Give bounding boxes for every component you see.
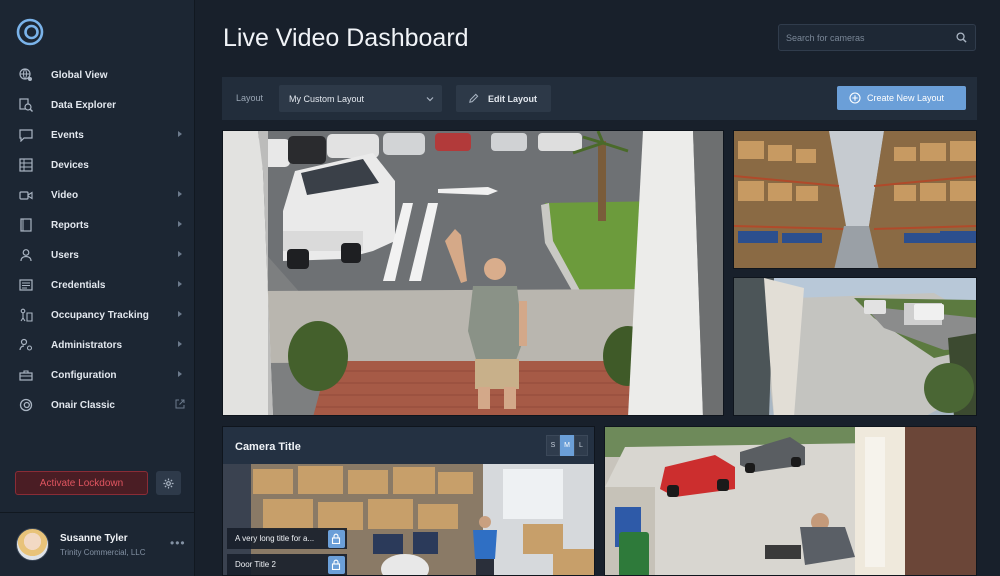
toolbox-icon [18,367,34,383]
sidebar-item-label: Global View [51,69,108,81]
more-options-icon[interactable]: ••• [170,536,186,550]
chevron-right-icon [178,311,182,317]
chevron-right-icon [178,341,182,347]
camera-video-frame [605,427,976,575]
sidebar: Global View Data Explorer Events Devices… [0,0,195,576]
avatar[interactable] [16,528,49,561]
create-new-layout-button[interactable]: Create New Layout [837,86,966,110]
chevron-right-icon [178,191,182,197]
sidebar-divider [0,512,195,513]
list-icon [18,157,34,173]
layout-select-value: My Custom Layout [289,94,365,104]
create-new-layout-label: Create New Layout [867,93,945,103]
pencil-icon [469,93,479,103]
door-title: A very long title for a... [235,534,315,543]
sidebar-item-label: Users [51,249,79,261]
data-search-icon [18,97,34,113]
id-card-icon [18,277,34,293]
camera-title: Camera Title [235,441,301,453]
sidebar-item-devices[interactable]: Devices [0,150,195,180]
sidebar-item-global-view[interactable]: Global View [0,60,195,90]
chat-icon [18,127,34,143]
sidebar-item-reports[interactable]: Reports [0,210,195,240]
settings-button[interactable] [156,471,181,495]
sidebar-item-label: Configuration [51,369,117,381]
layout-label: Layout [236,93,264,103]
chevron-right-icon [178,281,182,287]
user-icon [18,247,34,263]
occupancy-icon [18,307,34,323]
tile-size-selector: S M L [546,435,588,456]
sidebar-item-label: Data Explorer [51,99,117,111]
chevron-right-icon [178,221,182,227]
sidebar-item-label: Credentials [51,279,106,291]
search-input[interactable] [779,25,949,50]
sidebar-item-label: Occupancy Tracking [51,309,149,321]
edit-layout-label: Edit Layout [488,94,537,104]
door-title: Door Title 2 [235,560,276,569]
camera-feed-back-lot[interactable] [604,426,977,576]
sidebar-item-label: Events [51,129,84,141]
sidebar-item-occupancy-tracking[interactable]: Occupancy Tracking [0,300,195,330]
size-option-l[interactable]: L [574,435,588,456]
admin-icon [18,337,34,353]
camera-search [778,24,976,51]
layout-select[interactable]: My Custom Layout [279,85,442,112]
sidebar-item-onair-classic[interactable]: Onair Classic [0,390,195,420]
gear-icon [163,477,174,489]
camera-header: Camera Title S M L [223,427,594,464]
door-control: Door Title 2 [227,554,347,575]
door-control: A very long title for a... [227,528,347,549]
user-name: Susanne Tyler [60,533,128,544]
edit-layout-button[interactable]: Edit Layout [456,85,551,112]
sidebar-item-label: Onair Classic [51,399,115,411]
sidebar-item-credentials[interactable]: Credentials [0,270,195,300]
page-title: Live Video Dashboard [223,24,469,52]
plus-circle-icon [849,92,861,104]
sidebar-item-data-explorer[interactable]: Data Explorer [0,90,195,120]
sidebar-item-administrators[interactable]: Administrators [0,330,195,360]
sidebar-nav: Global View Data Explorer Events Devices… [0,60,195,420]
size-option-m[interactable]: M [560,435,574,456]
sidebar-item-label: Administrators [51,339,123,351]
sidebar-item-label: Devices [51,159,89,171]
chevron-right-icon [178,371,182,377]
activate-lockdown-button[interactable]: Activate Lockdown [15,471,148,495]
unlock-door-button[interactable] [327,555,345,574]
camera-video-frame [734,278,976,415]
lock-icon [332,559,341,570]
onair-classic-icon [18,397,34,413]
chevron-down-icon [426,97,434,102]
camera-feed-driveway[interactable] [733,277,977,416]
globe-icon [18,67,34,83]
camera-feed-featured[interactable]: Camera Title S M L A very long title for… [222,426,595,576]
video-icon [18,187,34,203]
sidebar-item-users[interactable]: Users [0,240,195,270]
external-link-icon [175,399,185,409]
user-organization: Trinity Commercial, LLC [60,548,146,557]
size-option-s[interactable]: S [546,435,560,456]
sidebar-item-events[interactable]: Events [0,120,195,150]
sidebar-item-configuration[interactable]: Configuration [0,360,195,390]
camera-video-frame [223,131,723,415]
lock-icon [332,533,341,544]
camera-video-frame [734,131,976,268]
chevron-right-icon [178,251,182,257]
sidebar-item-label: Reports [51,219,89,231]
chevron-right-icon [178,131,182,137]
sidebar-item-label: Video [51,189,79,201]
camera-feed-warehouse-aisle[interactable] [733,130,977,269]
camera-feed-front-entrance[interactable] [222,130,724,416]
report-icon [18,217,34,233]
sidebar-item-video[interactable]: Video [0,180,195,210]
unlock-door-button[interactable] [327,529,345,548]
layout-toolbar: Layout My Custom Layout Edit Layout Crea… [222,77,977,120]
search-icon[interactable] [956,32,967,43]
onair-logo-icon[interactable] [16,18,44,46]
